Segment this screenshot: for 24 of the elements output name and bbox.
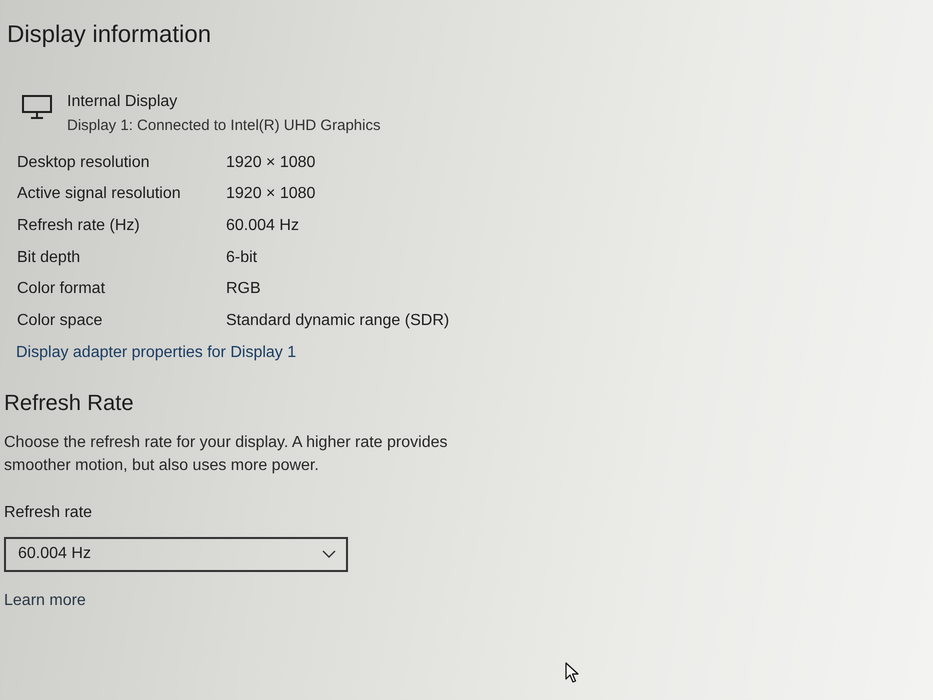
learn-more-link[interactable]: Learn more bbox=[4, 590, 86, 612]
property-value: 6-bit bbox=[226, 248, 258, 267]
section-heading: Refresh Rate bbox=[4, 388, 134, 417]
field-label: Refresh rate bbox=[4, 502, 92, 523]
property-label: Color space bbox=[17, 312, 102, 330]
property-label: Active signal resolution bbox=[17, 185, 181, 204]
adapter-properties-link[interactable]: Display adapter properties for Display 1 bbox=[16, 336, 296, 369]
property-label: Desktop resolution bbox=[17, 154, 150, 172]
property-value: Standard dynamic range (SDR) bbox=[226, 312, 450, 330]
property-value: 1920 × 1080 bbox=[226, 154, 316, 172]
section-title: Display information bbox=[7, 20, 212, 50]
refresh-rate-dropdown[interactable]: 60.004 Hz bbox=[4, 536, 348, 572]
display-description: Display 1: Connected to Intel(R) UHD Graphics bbox=[67, 116, 380, 136]
property-value: RGB bbox=[226, 280, 261, 298]
property-value: 60.004 Hz bbox=[226, 216, 299, 235]
property-label: Bit depth bbox=[17, 248, 80, 267]
mouse-pointer-icon bbox=[565, 662, 579, 683]
property-label: Color format bbox=[17, 280, 106, 298]
display-name: Internal Display bbox=[67, 92, 178, 112]
refresh-rate-description: Choose the refresh rate for your display. A higher rate provides smoother motion, but also uses more power. bbox=[4, 433, 448, 476]
monitor-icon bbox=[22, 95, 52, 119]
chevron-down-icon bbox=[322, 550, 336, 558]
property-label: Refresh rate (Hz) bbox=[17, 216, 140, 235]
property-value: 1920 × 1080 bbox=[226, 185, 316, 204]
